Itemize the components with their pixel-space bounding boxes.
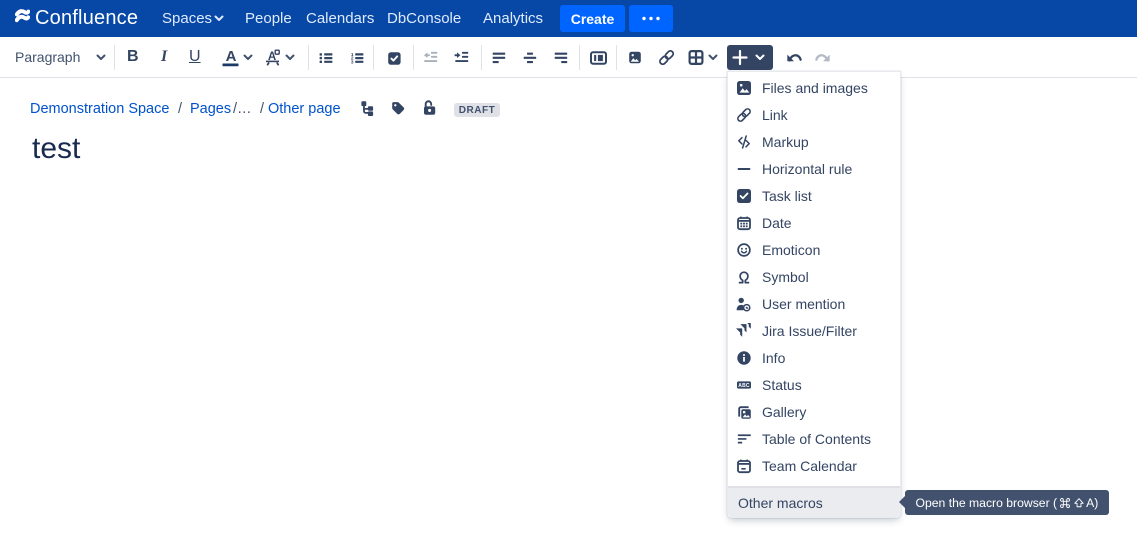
svg-text:3: 3 bbox=[351, 59, 354, 65]
svg-text:ABC: ABC bbox=[738, 382, 750, 388]
svg-text:A: A bbox=[226, 48, 237, 65]
